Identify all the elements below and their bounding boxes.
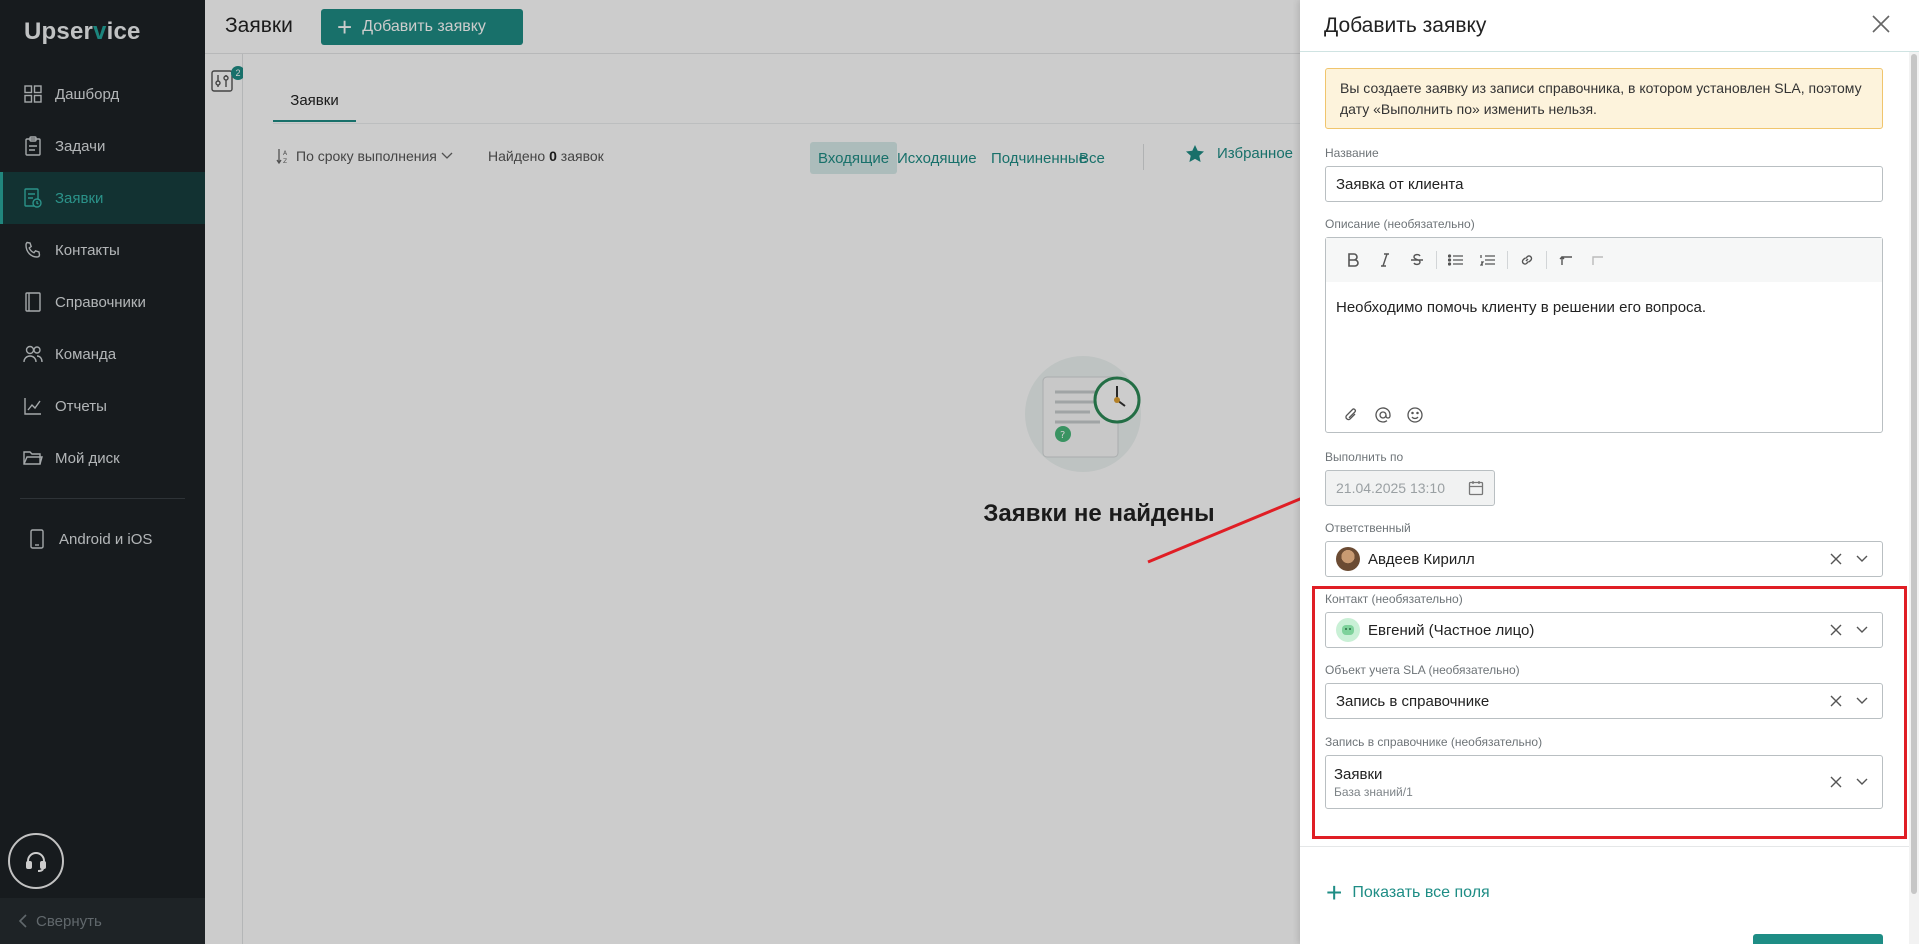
name-input[interactable]: Заявка от клиента — [1325, 166, 1883, 202]
description-label: Описание (необязательно) — [1325, 217, 1475, 231]
panel-title: Добавить заявку — [1324, 14, 1487, 37]
link-icon[interactable] — [1514, 247, 1540, 273]
panel-header: Добавить заявку — [1300, 0, 1919, 52]
panel-scrollbar[interactable] — [1911, 54, 1917, 894]
highlight-box — [1312, 586, 1907, 839]
submit-button[interactable] — [1753, 934, 1883, 944]
name-value: Заявка от клиента — [1336, 175, 1464, 193]
due-date-value: 21.04.2025 13:10 — [1336, 480, 1445, 496]
due-date-field: 21.04.2025 13:10 — [1325, 470, 1495, 506]
strikethrough-icon[interactable] — [1404, 247, 1430, 273]
clear-icon[interactable] — [1826, 549, 1846, 569]
close-icon — [1871, 14, 1893, 34]
description-text: Необходимо помочь клиенту в решении его … — [1336, 299, 1707, 316]
attach-icon[interactable] — [1338, 402, 1364, 428]
plus-icon: + — [1326, 877, 1343, 908]
mention-icon[interactable] — [1370, 402, 1396, 428]
chevron-down-icon[interactable] — [1852, 549, 1872, 569]
bold-icon[interactable] — [1340, 247, 1366, 273]
assignee-label: Ответственный — [1325, 521, 1411, 535]
toolbar-separator — [1507, 251, 1508, 269]
avatar — [1336, 547, 1360, 571]
toolbar-separator — [1546, 251, 1547, 269]
sla-warning-note: Вы создаете заявку из записи справочника… — [1325, 68, 1883, 129]
bullet-list-icon[interactable] — [1443, 247, 1469, 273]
numbered-list-icon[interactable] — [1475, 247, 1501, 273]
description-editor[interactable]: Необходимо помочь клиенту в решении его … — [1325, 237, 1883, 433]
due-label: Выполнить по — [1325, 450, 1404, 464]
italic-icon[interactable] — [1372, 247, 1398, 273]
panel-divider — [1300, 846, 1909, 847]
undo-icon[interactable] — [1553, 247, 1579, 273]
redo-icon[interactable] — [1585, 247, 1611, 273]
assignee-select[interactable]: Авдеев Кирилл — [1325, 541, 1883, 577]
close-button[interactable] — [1871, 14, 1893, 36]
calendar-icon — [1468, 480, 1484, 496]
emoji-icon[interactable] — [1402, 402, 1428, 428]
editor-toolbar — [1326, 238, 1882, 282]
show-all-label: Показать все поля — [1352, 884, 1490, 901]
editor-footer — [1338, 402, 1434, 428]
assignee-value: Авдеев Кирилл — [1368, 550, 1475, 568]
show-all-fields-button[interactable]: + Показать все поля — [1326, 879, 1490, 907]
modal-overlay[interactable] — [0, 0, 1300, 944]
name-label: Название — [1325, 146, 1379, 160]
toolbar-separator — [1436, 251, 1437, 269]
